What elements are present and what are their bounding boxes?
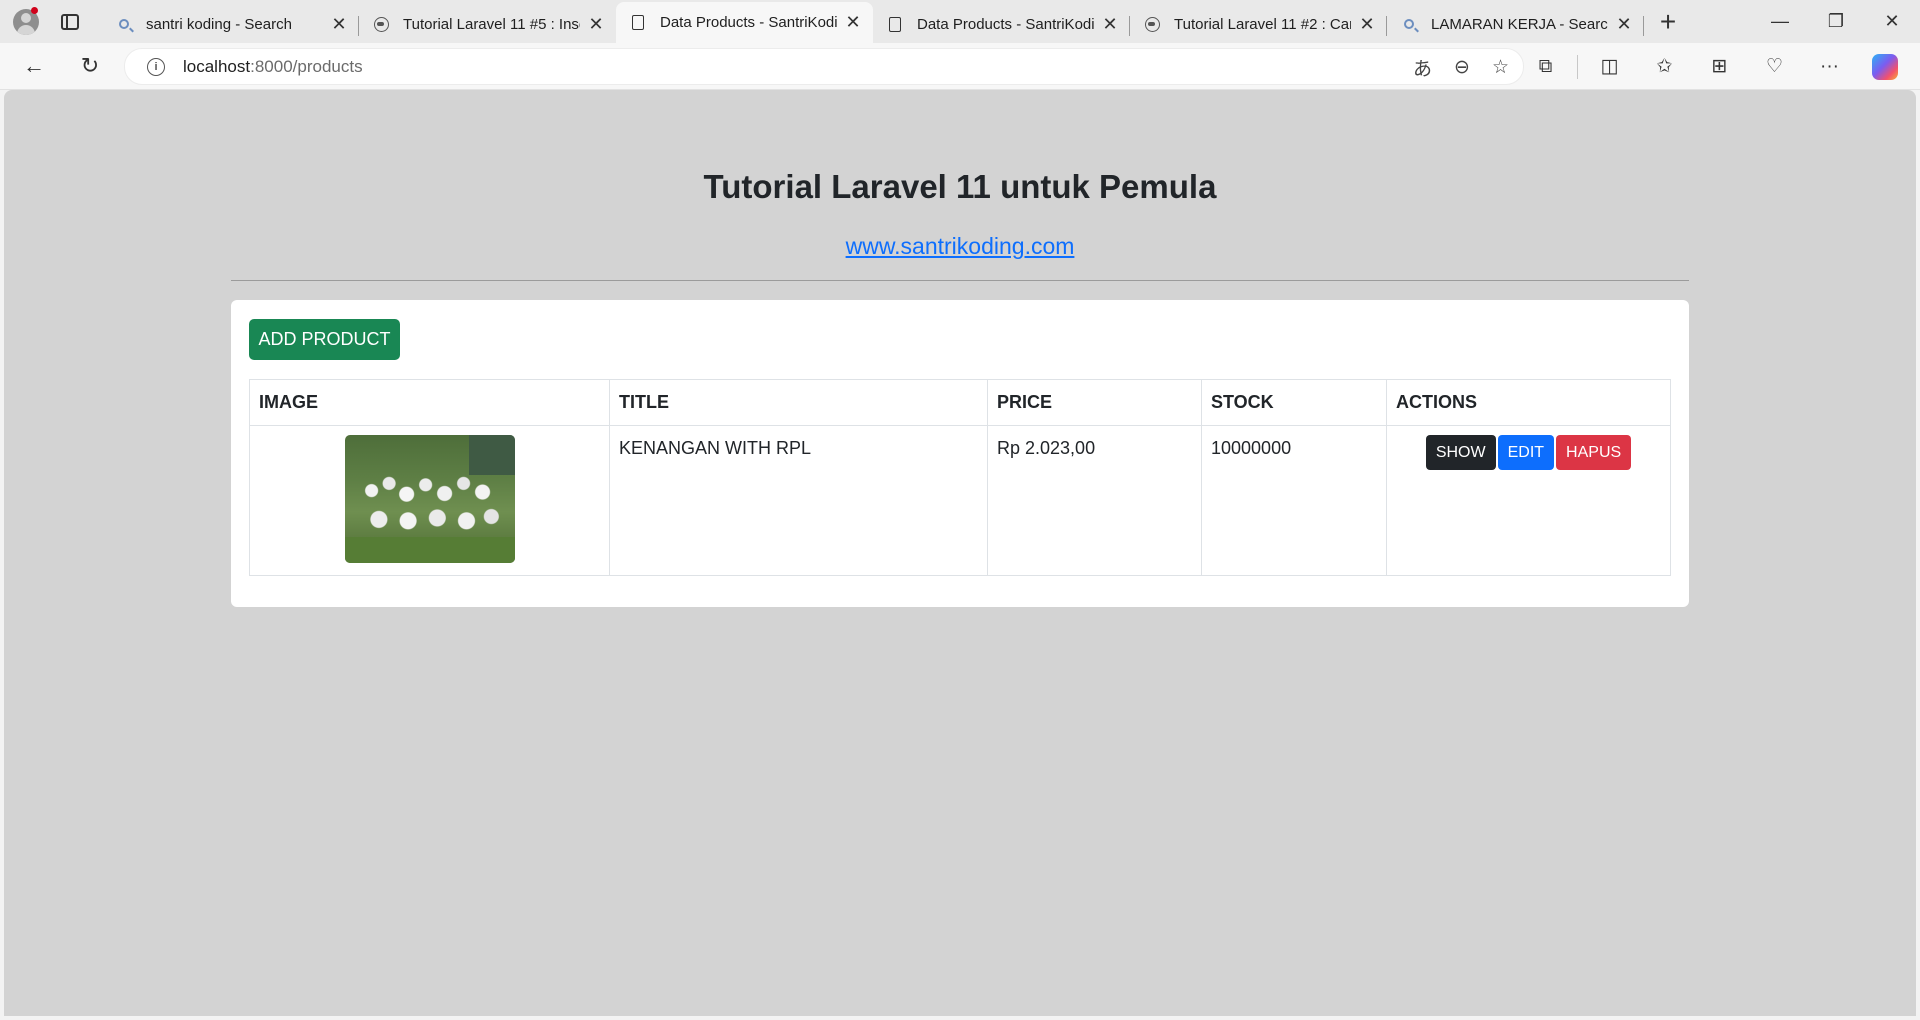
search-icon [1401,16,1417,32]
close-icon[interactable]: ✕ [1357,14,1377,34]
toolbar-buttons: ⧉ ◫ ✩ ⊞ ♡ ··· [1518,43,1912,90]
tab-title: Tutorial Laravel 11 #5 : Insert Data ke … [403,15,580,33]
refresh-icon: ↻ [80,53,100,78]
tab-title: LAMARAN KERJA - Search [1431,15,1608,33]
browser-toolbar: ← ↻ i localhost:8000/products あ ⊖ ☆ ⧉ ◫ … [0,43,1920,90]
copilot-icon [1871,53,1898,80]
tab-title: santri koding - Search [146,15,292,33]
tab-title: Data Products - SantriKoding.com [660,14,837,31]
collections-icon[interactable]: ⊞ [1692,43,1747,90]
product-image [344,435,515,563]
products-card: ADD PRODUCT IMAGE TITLE PRICE STOCK ACTI… [231,300,1689,607]
copilot-button[interactable] [1857,43,1912,90]
refresh-button[interactable]: ↻ [68,48,112,84]
info-icon[interactable]: i [147,57,165,76]
window-controls: — ❐ ✕ [1752,0,1920,43]
column-header-image: IMAGE [249,379,610,426]
site-icon [1144,16,1160,32]
extensions-icon[interactable]: ⧉ [1518,43,1573,90]
close-icon[interactable]: ✕ [843,12,863,33]
close-window-button[interactable]: ✕ [1864,0,1920,43]
tab-title: Tutorial Laravel 11 #2 : Cara Install La… [1174,15,1351,33]
profile-avatar[interactable] [4,0,48,43]
product-stock: 10000000 [1201,425,1387,576]
site-link[interactable]: www.santrikoding.com [846,233,1075,259]
close-icon[interactable]: ✕ [329,14,349,34]
column-header-stock: STOCK [1201,379,1387,426]
column-header-price: PRICE [987,379,1202,426]
split-screen-icon[interactable]: ◫ [1582,43,1637,90]
favorites-icon[interactable]: ✩ [1637,43,1692,90]
divider [231,280,1689,281]
zoom-out-icon[interactable]: ⊖ [1454,56,1470,79]
tab-lamaran-kerja-search[interactable]: LAMARAN KERJA - Search ✕ [1387,5,1644,43]
table-row: KENANGAN WITH RPL Rp 2.023,00 10000000 S… [249,425,1671,576]
column-header-title: TITLE [609,379,988,426]
url-host: localhost [183,56,251,76]
column-header-actions: ACTIONS [1386,379,1671,426]
site-icon [373,16,389,32]
url-text[interactable]: localhost:8000/products [183,57,363,77]
browser-essentials-icon[interactable]: ♡ [1747,43,1802,90]
actions-cell: SHOW EDIT HAPUS [1386,425,1671,576]
product-title: KENANGAN WITH RPL [609,425,988,576]
edit-button[interactable]: EDIT [1497,435,1555,470]
arrow-left-icon: ← [23,53,45,78]
tab-actions-icon [61,13,79,30]
image-cell [249,425,610,576]
close-icon[interactable]: ✕ [1100,14,1120,34]
more-menu-icon[interactable]: ··· [1802,43,1857,90]
notification-dot [31,7,38,14]
show-button[interactable]: SHOW [1425,435,1496,470]
tab-tutorial-laravel-5[interactable]: Tutorial Laravel 11 #5 : Insert Data ke … [359,5,616,43]
tab-title: Data Products - SantriKoding.com [917,15,1094,33]
add-product-button[interactable]: ADD PRODUCT [249,319,400,360]
search-icon [116,16,132,32]
page-icon [887,16,903,32]
favorite-star-icon[interactable]: ☆ [1492,56,1509,79]
product-price: Rp 2.023,00 [987,425,1202,576]
site-link-container: www.santrikoding.com [4,233,1916,260]
page-icon [630,15,646,31]
toolbar-divider [1577,54,1578,79]
page-title: Tutorial Laravel 11 untuk Pemula [703,168,1217,205]
tab-actions-button[interactable] [48,0,92,43]
restore-button[interactable]: ❐ [1808,0,1864,43]
table-header-row: IMAGE TITLE PRICE STOCK ACTIONS [249,379,1671,426]
back-button[interactable]: ← [12,48,56,84]
tab-data-products-active[interactable]: Data Products - SantriKoding.com ✕ [616,2,873,43]
delete-button[interactable]: HAPUS [1556,435,1632,470]
url-path: :8000/products [250,56,363,76]
new-tab-button[interactable]: + [1648,2,1688,42]
products-table: IMAGE TITLE PRICE STOCK ACTIONS KENANGAN… [249,379,1671,576]
address-bar-actions: あ ⊖ ☆ [1413,49,1509,86]
tab-data-products[interactable]: Data Products - SantriKoding.com ✕ [873,5,1130,43]
tab-list: santri koding - Search ✕ Tutorial Larave… [102,0,1644,43]
address-bar[interactable]: i localhost:8000/products あ ⊖ ☆ [124,48,1524,85]
tab-strip: santri koding - Search ✕ Tutorial Larave… [0,0,1920,43]
close-icon[interactable]: ✕ [1614,14,1634,34]
tab-tutorial-laravel-2[interactable]: Tutorial Laravel 11 #2 : Cara Install La… [1130,5,1387,43]
tab-santri-koding-search[interactable]: santri koding - Search ✕ [102,5,359,43]
page-viewport: Tutorial Laravel 11 untuk Pemula www.san… [4,90,1916,1016]
minimize-button[interactable]: — [1752,0,1808,43]
close-icon[interactable]: ✕ [586,14,606,34]
translate-icon[interactable]: あ [1413,54,1432,81]
